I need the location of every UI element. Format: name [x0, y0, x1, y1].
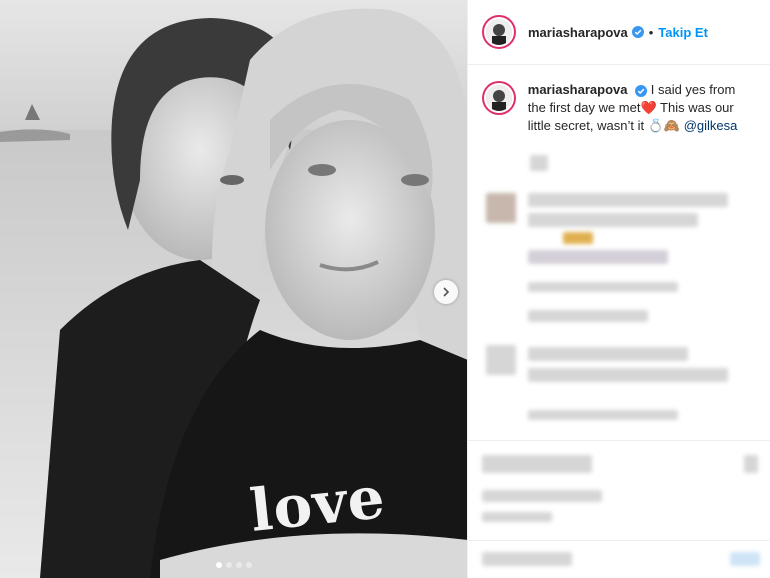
separator-dot: • — [648, 24, 654, 40]
blurred-comment-input — [482, 552, 572, 566]
username[interactable]: mariasharapova — [528, 25, 628, 40]
blurred-comment — [528, 347, 688, 361]
blurred-timestamp — [530, 155, 548, 171]
carousel-dot — [245, 562, 252, 568]
post-header: mariasharapova • Takip Et — [468, 0, 770, 65]
blurred-date — [482, 512, 552, 522]
blurred-comment — [528, 193, 728, 207]
divider — [468, 540, 770, 541]
carousel-dot — [225, 562, 232, 568]
blurred-bookmark — [744, 455, 758, 473]
photo-image — [0, 0, 467, 578]
divider — [468, 440, 770, 441]
blurred-avatar — [486, 345, 516, 375]
blurred-meta — [528, 410, 678, 420]
avatar[interactable] — [482, 15, 516, 49]
post-caption: mariasharapova I said yes from the first… — [468, 65, 770, 135]
avatar[interactable] — [482, 81, 516, 115]
chevron-right-icon — [443, 287, 450, 297]
post-sidebar: mariasharapova • Takip Et mariasharapova… — [467, 0, 770, 578]
verified-badge-icon — [631, 26, 644, 38]
blurred-comment — [528, 213, 698, 227]
post-photo[interactable]: love — [0, 0, 467, 578]
blurred-replies — [528, 310, 648, 322]
blurred-actions — [482, 455, 592, 473]
carousel-dot — [235, 562, 242, 568]
blurred-comment — [528, 368, 728, 382]
caption-text: mariasharapova I said yes from the first… — [528, 81, 756, 135]
follow-button[interactable]: Takip Et — [658, 25, 708, 40]
blurred-comment — [528, 250, 668, 264]
blurred-meta — [528, 282, 678, 292]
carousel-indicator — [0, 562, 467, 568]
blurred-likes — [482, 490, 602, 502]
blurred-emoji — [563, 232, 593, 244]
blurred-avatar — [486, 193, 516, 223]
mention-link[interactable]: @gilkesa — [684, 118, 738, 133]
carousel-next-button[interactable] — [434, 280, 458, 304]
carousel-dot — [215, 562, 222, 568]
sweater-print-text: love — [246, 463, 389, 545]
caption-username[interactable]: mariasharapova — [528, 82, 628, 97]
blurred-post-button — [730, 552, 760, 566]
verified-badge-icon — [635, 84, 648, 97]
instagram-post: love mariasharapova • Takip Et mariashar… — [0, 0, 770, 578]
